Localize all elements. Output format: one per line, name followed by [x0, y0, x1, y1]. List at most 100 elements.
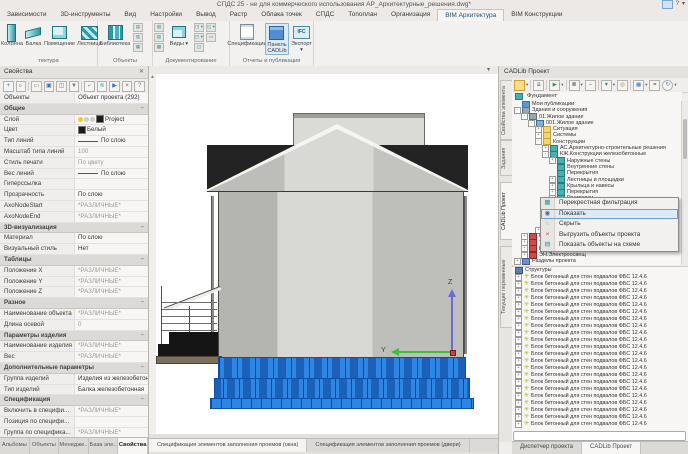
- match-icon[interactable]: ⌐: [84, 81, 95, 92]
- collapse-icon[interactable]: −: [140, 104, 144, 114]
- menu-tab[interactable]: Организация: [384, 9, 437, 21]
- property-value[interactable]: *РАЗЛИЧНЫЕ*: [75, 287, 148, 297]
- menu-tab[interactable]: Растр: [223, 9, 255, 21]
- property-value[interactable]: *РАЗЛИЧНЫЕ*: [75, 266, 148, 276]
- property-row[interactable]: Длина осевой0: [0, 320, 148, 331]
- doc-tool-icon[interactable]: ◱ ▾: [206, 23, 216, 32]
- tree-expander-icon[interactable]: +: [515, 400, 522, 407]
- tree-expander-icon[interactable]: +: [515, 337, 522, 344]
- layer-select-icon[interactable]: ◫: [56, 81, 67, 92]
- property-value[interactable]: Нет: [75, 244, 148, 254]
- tree-expander-icon[interactable]: +: [515, 281, 522, 288]
- menu-tab[interactable]: Зависимости: [0, 9, 53, 21]
- quick-select-icon[interactable]: ▣: [44, 81, 55, 92]
- doc-tool-icon[interactable]: ▭: [206, 33, 216, 42]
- ribbon-button[interactable]: Помещение: [44, 23, 75, 47]
- panel-tab[interactable]: Менедже..: [59, 438, 89, 454]
- property-section[interactable]: Спецификация−: [0, 395, 148, 406]
- tree-expander-icon[interactable]: +: [515, 351, 522, 358]
- layer-color-swatch[interactable]: [96, 115, 104, 123]
- property-value[interactable]: *РАЗЛИЧНЫЕ*: [75, 309, 148, 319]
- property-row[interactable]: ПрозрачностьПо слою: [0, 190, 148, 201]
- ribbon-button[interactable]: Колонна: [1, 23, 23, 47]
- menu-tab[interactable]: BIM Конструкции: [504, 9, 569, 21]
- settings-icon[interactable]: ▦: [633, 80, 644, 91]
- tree-expander-icon[interactable]: +: [515, 274, 522, 281]
- property-row[interactable]: Позиция по специфи...: [0, 417, 148, 428]
- chevron-down-icon[interactable]: ▾: [487, 66, 490, 74]
- property-row[interactable]: AxoNodeStart*РАЗЛИЧНЫЕ*: [0, 201, 148, 212]
- property-value[interactable]: *РАЗЛИЧНЫЕ*: [75, 201, 148, 211]
- tree-expander-icon[interactable]: +: [515, 302, 522, 309]
- help-button[interactable]: ?: [676, 0, 679, 9]
- property-value[interactable]: 0: [75, 320, 148, 330]
- freeze-icon[interactable]: [84, 117, 89, 122]
- property-section[interactable]: Общие−: [0, 104, 148, 115]
- collapse-icon[interactable]: −: [140, 331, 144, 341]
- property-row[interactable]: Включить в специфи...*РАЗЛИЧНЫЕ*: [0, 406, 148, 417]
- property-value[interactable]: [75, 417, 148, 427]
- context-menu-item[interactable]: ▤Показать объекты на схеме: [541, 240, 678, 251]
- tree-expander-icon[interactable]: +: [515, 372, 522, 379]
- ribbon-button[interactable]: Спецификации: [231, 23, 263, 47]
- tree-expander-icon[interactable]: +: [515, 295, 522, 302]
- block-list-item[interactable]: +✳Блок бетонный для стен подвалов ФБС 12…: [512, 295, 688, 302]
- property-row[interactable]: Положение X*РАЗЛИЧНЫЕ*: [0, 266, 148, 277]
- property-row[interactable]: Масштаб типа линий100: [0, 147, 148, 158]
- tree-expander-icon[interactable]: +: [515, 414, 522, 421]
- block-list-item[interactable]: +✳Блок бетонный для стен подвалов ФБС 12…: [512, 414, 688, 421]
- property-row[interactable]: Вес*РАЗЛИЧНЫЕ*: [0, 352, 148, 363]
- property-value[interactable]: 100: [75, 147, 148, 157]
- property-row[interactable]: Тип изделийБалка железобетонная: [0, 385, 148, 396]
- ribbon-button[interactable]: Виды ▾: [166, 23, 192, 47]
- block-list-item[interactable]: +✳Блок бетонный для стен подвалов ФБС 12…: [512, 372, 688, 379]
- quick-panel-icon[interactable]: [662, 0, 673, 9]
- property-row[interactable]: Положение Y*РАЗЛИЧНЫЕ*: [0, 277, 148, 288]
- block-list-item[interactable]: +✳Блок бетонный для стен подвалов ФБС 12…: [512, 316, 688, 323]
- tree-expander-icon[interactable]: -: [521, 113, 528, 120]
- object-tool-icon[interactable]: ▦: [133, 43, 143, 52]
- block-list-item[interactable]: +✳Блок бетонный для стен подвалов ФБС 12…: [512, 351, 688, 358]
- tree-expander-icon[interactable]: +: [515, 323, 522, 330]
- context-menu-item[interactable]: ◉Показать: [541, 209, 678, 220]
- help-icon[interactable]: ?: [134, 81, 145, 92]
- ribbon-button[interactable]: Панель CADLib: [265, 23, 289, 55]
- cursor-icon[interactable]: ▹: [16, 81, 27, 92]
- block-list-item[interactable]: +✳Блок бетонный для стен подвалов ФБС 12…: [512, 288, 688, 295]
- block-list-item[interactable]: +✳Блок бетонный для стен подвалов ФБС 12…: [512, 421, 688, 428]
- panel-tab[interactable]: Объекты: [30, 438, 60, 454]
- menu-tab[interactable]: Настройки: [143, 9, 189, 21]
- property-value[interactable]: По слою: [75, 169, 148, 179]
- collapse-icon[interactable]: −: [140, 363, 144, 373]
- clear-icon[interactable]: ×: [122, 81, 133, 92]
- property-value[interactable]: *РАЗЛИЧНЫЕ*: [75, 406, 148, 416]
- tree-expander-icon[interactable]: +: [515, 358, 522, 365]
- visibility-icon[interactable]: [78, 117, 83, 122]
- block-list-item[interactable]: +✳Блок бетонный для стен подвалов ФБС 12…: [512, 330, 688, 337]
- doc-tool-icon[interactable]: ◳ ▾: [194, 23, 204, 32]
- block-list-item[interactable]: +✳Блок бетонный для стен подвалов ФБС 12…: [512, 358, 688, 365]
- tree-expander-icon[interactable]: +: [515, 288, 522, 295]
- select-add-icon[interactable]: +: [3, 81, 14, 92]
- block-list-item[interactable]: +✳Блок бетонный для стен подвалов ФБС 12…: [512, 407, 688, 414]
- collapse-icon[interactable]: −: [585, 80, 596, 91]
- property-value[interactable]: *РАЗЛИЧНЫЕ*: [75, 341, 148, 351]
- property-section[interactable]: Разное−: [0, 298, 148, 309]
- property-row[interactable]: AxoNodeEnd*РАЗЛИЧНЫЕ*: [0, 212, 148, 223]
- panel-tab[interactable]: Свойства: [118, 438, 148, 454]
- property-row[interactable]: Наименование объекта*РАЗЛИЧНЫЕ*: [0, 309, 148, 320]
- property-value[interactable]: Изделия из железобетона: [75, 374, 148, 384]
- menu-tab[interactable]: Облака точек: [254, 9, 309, 21]
- layout-tab[interactable]: Спецификация элементов заполнения проемо…: [149, 439, 307, 452]
- property-value[interactable]: По цвету: [75, 158, 148, 168]
- property-value[interactable]: [75, 179, 148, 189]
- property-section[interactable]: Дополнительные параметры−: [0, 363, 148, 374]
- property-row[interactable]: Группа изделийИзделия из железобетона: [0, 374, 148, 385]
- dock-tab[interactable]: Диспетчер проекта: [512, 442, 582, 454]
- object-tool-icon[interactable]: ▤: [133, 23, 143, 32]
- block-list-item[interactable]: +✳Блок бетонный для стен подвалов ФБС 12…: [512, 337, 688, 344]
- block-list-item[interactable]: +✳Блок бетонный для стен подвалов ФБС 12…: [512, 323, 688, 330]
- tree-expander-icon[interactable]: +: [515, 386, 522, 393]
- property-row[interactable]: ОбъектыОбъект проекта (292): [0, 93, 148, 104]
- filter-icon[interactable]: ▼: [69, 81, 80, 92]
